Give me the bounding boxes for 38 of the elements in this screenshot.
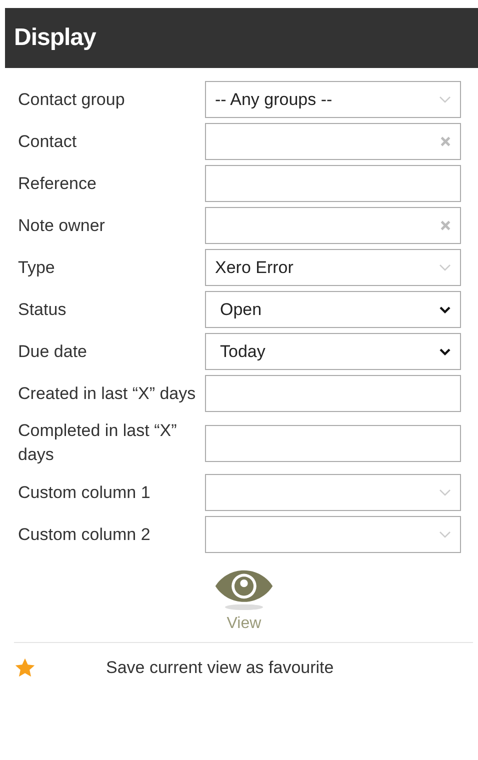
- star-icon[interactable]: [14, 657, 36, 679]
- panel-title: Display: [14, 24, 96, 52]
- dropdown-field[interactable]: [205, 516, 461, 553]
- input-field[interactable]: [205, 123, 461, 160]
- field-value: Open: [220, 300, 263, 320]
- chevron-icon: [439, 264, 451, 272]
- chevron-icon: [439, 96, 451, 104]
- field-label: Contact: [18, 130, 78, 152]
- field-label: Status: [18, 298, 68, 320]
- field-label: Due date: [18, 340, 88, 362]
- input-field[interactable]: [205, 207, 461, 244]
- chevron-icon: [439, 488, 451, 496]
- field-label: Custom column 2: [18, 524, 152, 546]
- input-field[interactable]: [205, 375, 461, 412]
- clear-icon[interactable]: [440, 220, 451, 231]
- field-label: Type: [18, 256, 56, 278]
- chevron-icon: [439, 530, 451, 538]
- dropdown-field[interactable]: [205, 474, 461, 511]
- field-label: Note owner: [18, 214, 106, 236]
- eye-icon: [213, 569, 275, 611]
- chevron-icon: [439, 348, 451, 356]
- save-favourite-link[interactable]: Save current view as favourite: [106, 658, 334, 678]
- select-field[interactable]: Open: [205, 291, 461, 328]
- field-label: Created in last “X” days: [18, 382, 197, 404]
- field-value: -- Any groups --: [215, 90, 334, 110]
- clear-icon[interactable]: [440, 136, 451, 147]
- dropdown-field[interactable]: -- Any groups --: [205, 81, 461, 118]
- field-label: Contact group: [18, 88, 126, 110]
- select-field[interactable]: Today: [205, 333, 461, 370]
- field-value: Xero Error: [215, 258, 294, 278]
- chevron-icon: [439, 306, 451, 314]
- input-field[interactable]: [205, 165, 461, 202]
- dropdown-field[interactable]: Xero Error: [205, 249, 461, 286]
- field-value: Today: [220, 342, 266, 362]
- input-field[interactable]: [205, 424, 461, 462]
- field-label: Custom column 1: [18, 482, 152, 504]
- field-label: Completed in last “X” days: [18, 420, 178, 466]
- field-label: Reference: [18, 172, 98, 194]
